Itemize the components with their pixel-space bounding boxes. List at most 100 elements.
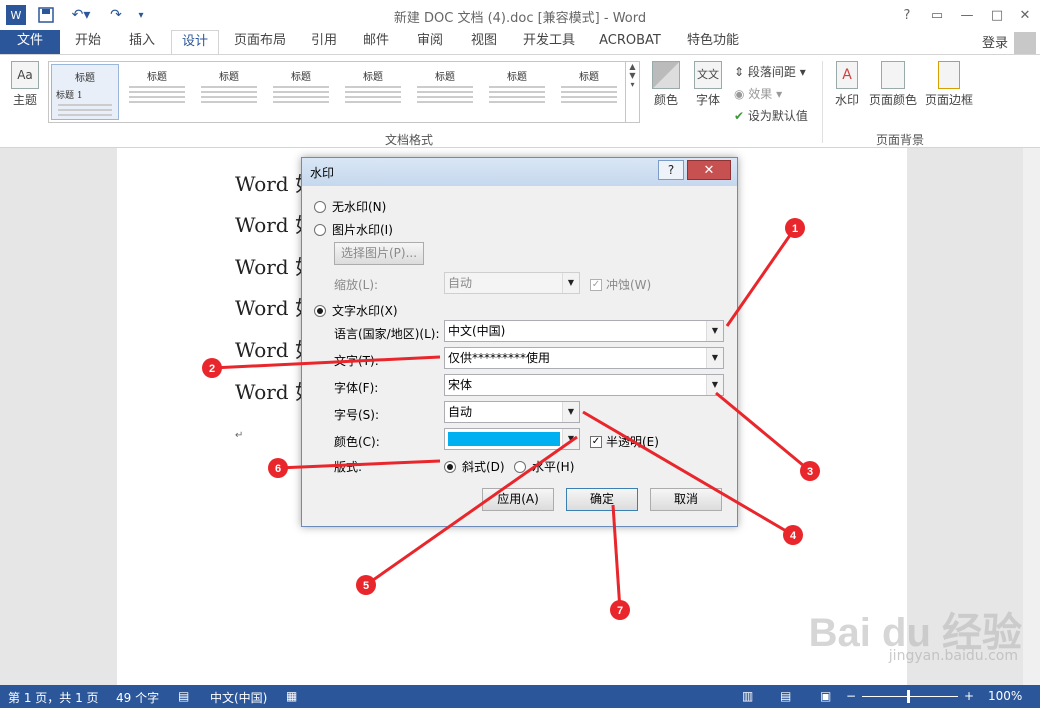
scale-combo[interactable]: 自动 ▼ [444, 272, 580, 294]
restore-button[interactable]: □ [984, 4, 1010, 26]
tab-file[interactable]: 文件 [0, 30, 60, 54]
dialog-help-button[interactable]: ? [658, 160, 684, 180]
paragraph-spacing-button[interactable]: ⇕ 段落间距 ▾ [734, 63, 806, 80]
page-borders-icon [938, 61, 960, 89]
page-borders-button[interactable]: 页面边框 [922, 61, 976, 108]
style-thumb[interactable]: 标题 [267, 64, 335, 120]
status-language[interactable]: 中文(中国) [210, 689, 267, 706]
macro-record-icon[interactable]: ▦ [286, 689, 297, 703]
tab-home[interactable]: 开始 [64, 30, 112, 54]
colors-button[interactable]: 颜色 [648, 61, 684, 108]
semi-transparent-option[interactable]: ✓ 半透明(E) [590, 433, 659, 450]
semi-transparent-checkbox[interactable]: ✓ [590, 435, 602, 448]
tab-design[interactable]: 设计 [171, 30, 219, 54]
login-link[interactable]: 登录 [982, 32, 1008, 51]
set-as-default-button[interactable]: ✔ 设为默认值 [734, 107, 808, 124]
dialog-title-bar[interactable]: 水印 ? ✕ [302, 158, 737, 186]
chevron-down-icon[interactable]: ▼ [562, 273, 579, 293]
picture-watermark-option[interactable]: 图片水印(I) [314, 221, 393, 238]
washout-label: 冲蚀(W) [606, 278, 652, 292]
zoom-out-button[interactable]: − [846, 689, 856, 703]
style-thumb[interactable]: 标题 [411, 64, 479, 120]
chevron-down-icon[interactable]: ▼ [562, 429, 579, 449]
dialog-close-button[interactable]: ✕ [687, 160, 731, 180]
language-combo[interactable]: 中文(中国) ▼ [444, 320, 724, 342]
text-value: 仅供*********使用 [448, 351, 551, 365]
tab-developer[interactable]: 开发工具 [514, 30, 584, 54]
chevron-down-icon[interactable]: ▼ [706, 348, 723, 368]
no-watermark-option[interactable]: 无水印(N) [314, 198, 386, 215]
status-page[interactable]: 第 1 页，共 1 页 [8, 689, 99, 706]
themes-label: 主题 [12, 93, 37, 107]
color-combo[interactable]: ▼ [444, 428, 580, 450]
diagonal-radio[interactable] [444, 460, 456, 473]
size-combo[interactable]: 自动 ▼ [444, 401, 580, 423]
horizontal-radio[interactable] [514, 460, 526, 473]
status-words[interactable]: 49 个字 [116, 689, 159, 706]
window-title: 新建 DOC 文档 (4).doc [兼容模式] - Word [393, 11, 647, 26]
text-watermark-option[interactable]: 文字水印(X) [314, 302, 398, 319]
help-button[interactable]: ? [894, 4, 920, 26]
font-combo[interactable]: 宋体 ▼ [444, 374, 724, 396]
watermark-icon: A [836, 61, 858, 89]
ribbon-display-options-button[interactable]: ▭ [924, 4, 950, 26]
colors-icon [652, 61, 680, 89]
washout-option[interactable]: ✓ 冲蚀(W) [590, 276, 651, 293]
tab-mailings[interactable]: 邮件 [354, 30, 398, 54]
fonts-button[interactable]: 文文 字体 [690, 61, 726, 108]
tab-references[interactable]: 引用 [302, 30, 346, 54]
tab-page-layout[interactable]: 页面布局 [226, 30, 294, 54]
text-watermark-radio[interactable] [314, 304, 326, 317]
apply-button[interactable]: 应用(A) [482, 488, 554, 511]
page-color-button[interactable]: 页面颜色 [866, 61, 920, 108]
proofing-icon[interactable]: ▤ [178, 689, 189, 703]
thumb-title: 标题 [435, 72, 455, 83]
page-color-label: 页面颜色 [868, 93, 917, 107]
web-layout-icon[interactable]: ▣ [820, 689, 831, 703]
watermark-button[interactable]: A 水印 [830, 61, 864, 108]
horizontal-option[interactable]: 水平(H) [514, 458, 574, 475]
tab-acrobat[interactable]: ACROBAT [592, 30, 668, 54]
style-thumb[interactable]: 标题 标题 1 [51, 64, 119, 120]
diagonal-option[interactable]: 斜式(D) [444, 458, 505, 475]
semi-transparent-label: 半透明(E) [606, 435, 659, 449]
zoom-level[interactable]: 100% [988, 689, 1022, 703]
scale-label: 缩放(L): [334, 278, 379, 292]
zoom-slider-thumb[interactable] [907, 690, 910, 703]
title-bar: W ↶▾ ↷ ▾ 新建 DOC 文档 (4).doc [兼容模式] - Word… [0, 0, 1040, 30]
text-combo[interactable]: 仅供*********使用 ▼ [444, 347, 724, 369]
tab-special-features[interactable]: 特色功能 [678, 30, 748, 54]
minimize-button[interactable]: — [954, 4, 980, 26]
style-thumb[interactable]: 标题 [339, 64, 407, 120]
style-set-gallery[interactable]: 标题 标题 1 标题 标题 标题 标题 标题 标题 标题 ▲ ▼ ▾ [48, 61, 640, 123]
style-thumb[interactable]: 标题 [123, 64, 191, 120]
select-picture-button[interactable]: 选择图片(P)... [334, 242, 424, 265]
gallery-scroll[interactable]: ▲ ▼ ▾ [625, 62, 639, 122]
no-watermark-radio[interactable] [314, 200, 326, 213]
style-thumb[interactable]: 标题 [483, 64, 551, 120]
chevron-down-icon[interactable]: ▼ [706, 321, 723, 341]
color-label: 颜色(C): [334, 435, 380, 449]
avatar[interactable] [1014, 32, 1036, 54]
washout-checkbox[interactable]: ✓ [590, 278, 602, 291]
zoom-in-button[interactable]: + [964, 689, 974, 703]
tab-insert[interactable]: 插入 [118, 30, 166, 54]
read-mode-icon[interactable]: ▥ [742, 689, 753, 703]
close-button[interactable]: ✕ [1012, 4, 1038, 26]
print-layout-icon[interactable]: ▤ [780, 689, 791, 703]
style-thumb[interactable]: 标题 [195, 64, 263, 120]
vertical-scrollbar[interactable] [1023, 148, 1040, 685]
effects-button[interactable]: ◉ 效果 ▾ [734, 85, 782, 102]
themes-button[interactable]: Aa 主题 [6, 61, 44, 108]
zoom-slider[interactable] [862, 696, 958, 697]
thumb-title: 标题 [507, 72, 527, 83]
font-label: 字体(F): [334, 381, 379, 395]
picture-watermark-radio[interactable] [314, 223, 326, 236]
chevron-down-icon[interactable]: ▼ [706, 375, 723, 395]
cancel-button[interactable]: 取消 [650, 488, 722, 511]
tab-review[interactable]: 审阅 [408, 30, 452, 54]
chevron-down-icon[interactable]: ▼ [562, 402, 579, 422]
ok-button[interactable]: 确定 [566, 488, 638, 511]
style-thumb[interactable]: 标题 [555, 64, 623, 120]
tab-view[interactable]: 视图 [462, 30, 506, 54]
